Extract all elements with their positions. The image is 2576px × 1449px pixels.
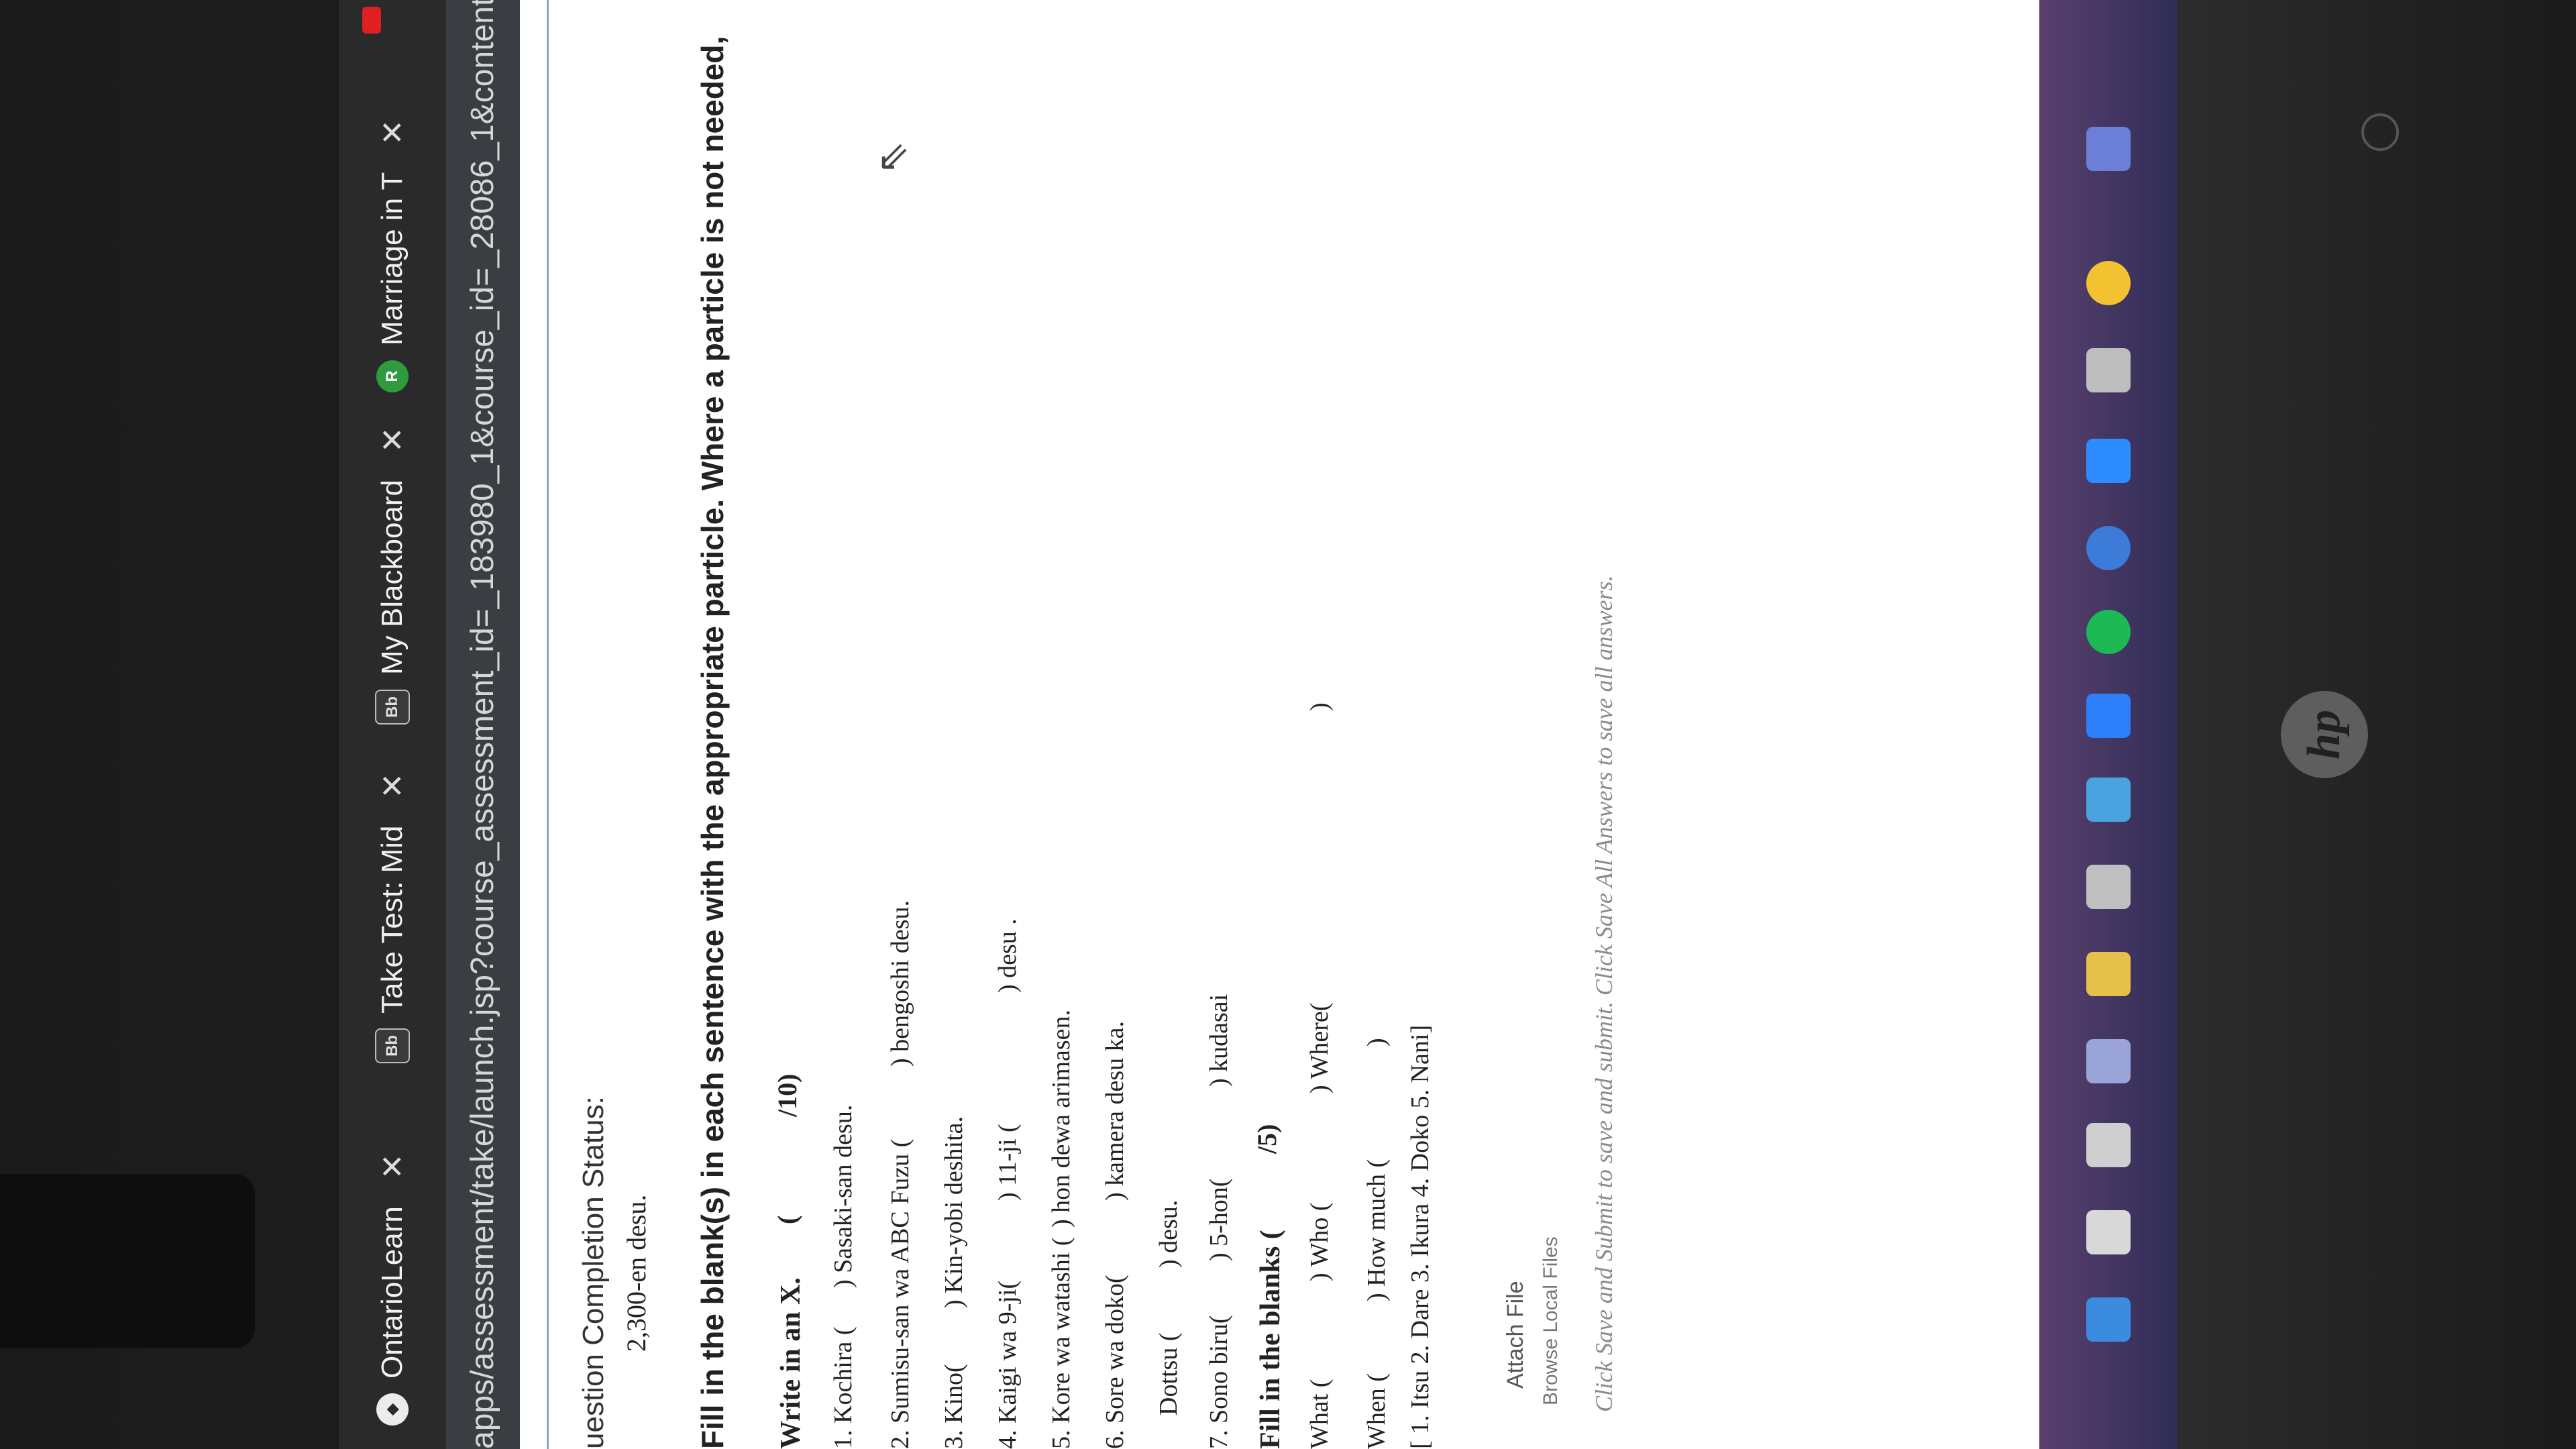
item1-part2: ) Sasaki-san desu. (829, 1104, 857, 1288)
monitor-bezel (2177, 0, 2576, 1449)
bolt-icon[interactable] (2086, 865, 2131, 909)
zoom-icon[interactable] (2086, 439, 2131, 483)
blackboard-icon: Bb (375, 690, 410, 724)
close-icon[interactable]: ✕ (374, 427, 411, 453)
question-completion-status: uestion Completion Status: (577, 1096, 610, 1449)
youtube-icon[interactable] (362, 7, 381, 34)
item6b-part2: ) desu. (1155, 1199, 1183, 1268)
section2-score: /5) (1252, 1124, 1282, 1154)
chrome-icon[interactable] (2086, 261, 2131, 305)
previous-answer-text: 2,300-en desu. (621, 1194, 651, 1352)
spotify-icon[interactable] (2086, 610, 2131, 654)
browse-local-files-button[interactable]: Browse Local Files (1540, 1236, 1562, 1405)
ontariolearn-icon: ◆ (376, 1393, 409, 1426)
submit-instructions: Click Save and Submit to save and submit… (1591, 575, 1617, 1412)
item3-part2: ) Kin-yobi deshita. (940, 1116, 968, 1308)
close-icon[interactable]: ✕ (374, 119, 411, 146)
star-icon[interactable] (2086, 348, 2131, 392)
item7-part2: ) 5-hon( (1205, 1178, 1233, 1261)
blank-row1-part2: ) Who ( (1305, 1202, 1334, 1282)
item6-part1: 6. Sore wa doko( (1101, 1275, 1129, 1449)
photos-icon[interactable] (2086, 127, 2131, 171)
webcam-device (0, 1174, 255, 1348)
browser-tab-strip: ◆ OntarioLearn ✕ Bb Take Test: Mid ✕ Bb … (339, 0, 446, 1449)
dropbox-icon[interactable] (2086, 694, 2131, 738)
mouse-pointer-icon: ⇖ (869, 140, 914, 174)
item6-part2: ) kamera desu ka. (1101, 1021, 1129, 1201)
mail-icon[interactable] (2086, 777, 2131, 822)
tab-label: Take Test: Mid (376, 825, 409, 1014)
question-instructions: Fill in the blank(s) in each sentence wi… (695, 36, 730, 1449)
blank-row1-part4: ) (1305, 702, 1334, 711)
tab-ontariolearn[interactable]: ◆ OntarioLearn ✕ (356, 1154, 429, 1426)
item7-part1: 7. Sono biru( (1205, 1315, 1233, 1449)
blank-row2-part2: ) How much ( (1362, 1159, 1391, 1301)
blank-row1-part3: ) Where( (1305, 1002, 1334, 1093)
tab-label: OntarioLearn (376, 1206, 409, 1379)
blank-row2-part3: ) (1362, 1038, 1391, 1046)
test-page: uestion Completion Status: 2,300-en desu… (520, 0, 2177, 1449)
item4-part3: ) desu . (994, 918, 1022, 993)
blackboard-icon: Bb (375, 1028, 410, 1063)
close-icon[interactable]: ✕ (374, 773, 411, 799)
blank-row1-part1: What ( (1305, 1379, 1334, 1449)
item5-part2: ) hon dewa arimasen. (1047, 1010, 1075, 1228)
tab-take-test[interactable]: Bb Take Test: Mid ✕ (356, 773, 429, 1063)
item4-part2: ) 11-ji ( (994, 1124, 1022, 1201)
hp-logo: hp (2281, 691, 2368, 778)
tab-label: Marriage in T (376, 172, 409, 345)
item1-part1: 1. Kochira ( (829, 1326, 857, 1449)
swirl-app-icon[interactable] (2086, 526, 2131, 570)
item5-part1: 5. Kore wa watashi ( (1047, 1237, 1075, 1449)
close-icon[interactable]: ✕ (374, 1154, 411, 1180)
item2-part1: 2. Sumisu-san wa ABC Fuzu ( (886, 1138, 914, 1449)
item3-part1: 3. Kino( (940, 1364, 968, 1449)
section1-score: /10) (772, 1073, 802, 1117)
chat-icon[interactable] (2086, 1039, 2131, 1083)
address-bar[interactable]: apps/assessment/take/launch.jsp?course_a… (446, 0, 520, 1449)
tab-my-blackboard[interactable]: Bb My Blackboard ✕ (356, 427, 429, 724)
task-view-icon[interactable] (2086, 1123, 2131, 1167)
windows-start-icon[interactable] (2086, 1297, 2131, 1342)
attach-file-label: Attach File (1503, 1281, 1528, 1389)
word-bank: [ 1. Itsu 2. Dare 3. Ikura 4. Doko 5. Na… (1406, 1024, 1434, 1449)
section1-open-paren: ( (772, 1215, 802, 1224)
url-text: apps/assessment/take/launch.jsp?course_a… (465, 0, 500, 1449)
divider (547, 0, 549, 1449)
monitor-screen: ◆ OntarioLearn ✕ Bb Take Test: Mid ✕ Bb … (339, 0, 2177, 1449)
item7-part3: ) kudasai (1205, 994, 1233, 1087)
r-icon: R (376, 360, 409, 392)
item6b-part1: Dottsu ( (1155, 1332, 1183, 1416)
power-icon[interactable] (2361, 113, 2399, 151)
tab-label: My Blackboard (376, 479, 409, 675)
section1-title: Write in an X. (775, 1277, 806, 1449)
blank-row2-part1: When ( (1362, 1373, 1391, 1449)
search-icon[interactable] (2086, 1210, 2131, 1254)
item2-part2: ) bengoshi desu. (886, 900, 914, 1067)
photo-scene: ◆ OntarioLearn ✕ Bb Take Test: Mid ✕ Bb … (0, 0, 2576, 1449)
item4-part1: 4. Kaigi wa 9-ji( (994, 1280, 1022, 1449)
file-explorer-icon[interactable] (2086, 952, 2131, 996)
section2-title: Fill in the blanks ( (1255, 1230, 1286, 1449)
tab-marriage[interactable]: R Marriage in T ✕ (356, 119, 429, 392)
